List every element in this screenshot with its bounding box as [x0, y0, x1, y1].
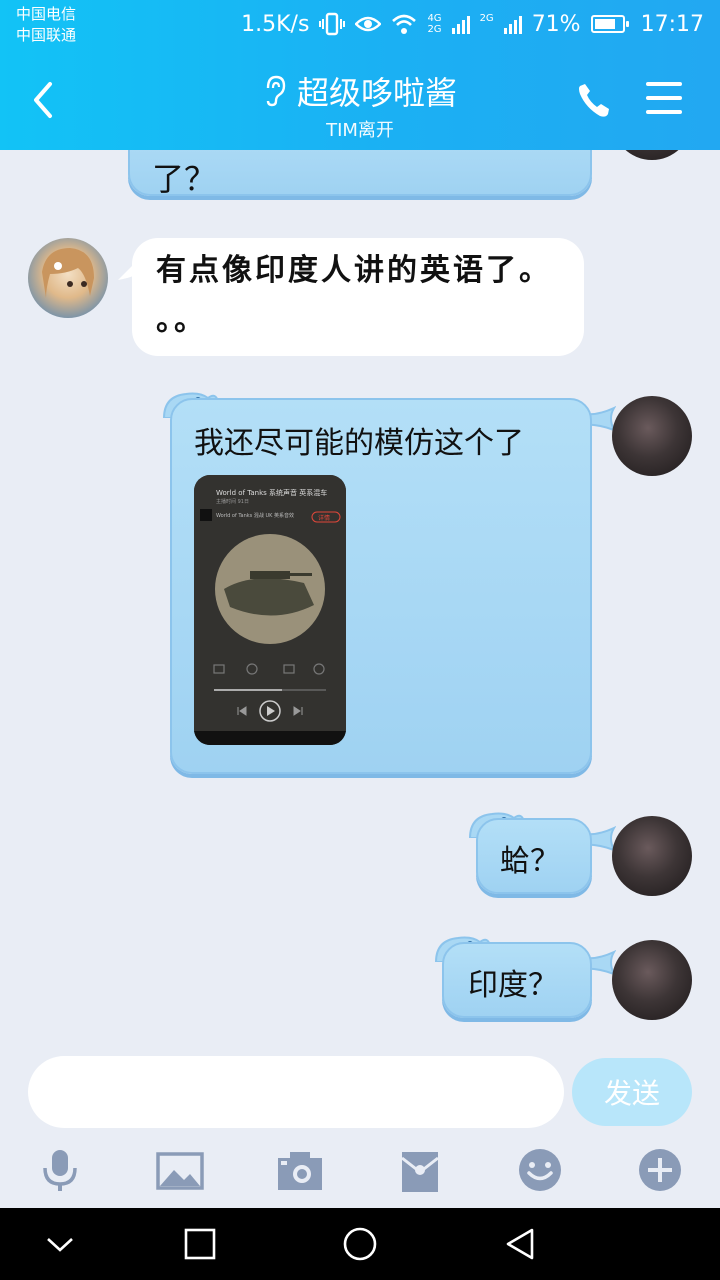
menu-button[interactable]	[646, 82, 682, 114]
carrier-2: 中国联通	[16, 26, 77, 44]
signal-1-label: 4G 2G	[427, 13, 441, 35]
emoji-icon[interactable]	[516, 1146, 564, 1194]
thumb-title: World of Tanks 系统声音 英系混车	[216, 488, 327, 497]
ear-icon	[266, 75, 286, 107]
wifi-icon	[392, 14, 417, 34]
message-bubble[interactable]: 印度？	[442, 942, 592, 1018]
microphone-icon[interactable]	[36, 1146, 84, 1194]
red-packet-icon[interactable]	[396, 1146, 444, 1194]
eye-icon	[355, 16, 382, 32]
phone-call-button[interactable]	[574, 78, 614, 122]
contact-avatar-image	[42, 248, 94, 298]
message-text: 有点像印度人讲的英语了。 。。	[156, 246, 552, 346]
shared-image[interactable]: World of Tanks 系统声音 英系混车 主播时间 91日 World …	[194, 475, 346, 745]
network-speed: 1.5K/s	[241, 11, 310, 37]
message-bubble[interactable]: 了？	[128, 150, 592, 198]
menu-line	[646, 82, 682, 86]
contact-avatar[interactable]	[28, 238, 108, 318]
signal-2-label: 2G	[480, 13, 494, 35]
message-line: 有点像印度人讲的英语了。	[156, 253, 552, 288]
message-input[interactable]	[28, 1056, 564, 1128]
chat-title[interactable]: 超级哆啦酱	[263, 68, 457, 114]
status-indicators: 1.5K/s 4G 2G 2G 71% 17:17	[241, 8, 704, 40]
home-icon[interactable]	[342, 1226, 378, 1262]
title-row: 超级哆啦酱 TIM离开	[0, 60, 720, 141]
message-text: 我还尽可能的模仿这个了	[194, 426, 524, 461]
plus-icon[interactable]	[636, 1146, 684, 1194]
status-bar: 中国电信 中国联通 1.5K/s 4G 2G 2G 71% 17:17	[0, 0, 720, 48]
my-avatar[interactable]	[612, 816, 692, 896]
carrier-info: 中国电信 中国联通	[16, 4, 76, 46]
message-text: 了？	[152, 160, 217, 198]
send-button[interactable]: 发送	[572, 1058, 692, 1126]
recents-icon[interactable]	[182, 1226, 218, 1262]
system-nav-bar	[0, 1208, 720, 1280]
thumb-track: World of Tanks 混战 UK 英系音效	[216, 512, 294, 519]
net-type-3: 2G	[479, 13, 494, 24]
message-bubble[interactable]: 有点像印度人讲的英语了。 。。	[132, 238, 584, 356]
camera-icon[interactable]	[276, 1146, 324, 1194]
my-avatar[interactable]	[612, 940, 692, 1020]
carrier-1: 中国电信	[16, 5, 77, 23]
thumb-badge: 详情	[318, 514, 330, 522]
vibrate-icon	[319, 12, 346, 36]
clock: 17:17	[640, 11, 704, 37]
net-type-1: 4G	[427, 13, 442, 24]
music-player-thumbnail: World of Tanks 系统声音 英系混车 主播时间 91日 World …	[194, 475, 346, 745]
message-list[interactable]: 了？ 有点像印度人讲的英语了。 。。 我还尽可能的模仿这个了 World of …	[0, 150, 720, 1050]
menu-line	[646, 110, 682, 114]
image-icon[interactable]	[156, 1146, 204, 1194]
signal-1-icon	[451, 16, 470, 34]
message-text: 印度？	[468, 968, 558, 1003]
net-type-2: 2G	[427, 24, 442, 35]
chat-header: 中国电信 中国联通 1.5K/s 4G 2G 2G 71% 17:17 超级哆啦…	[0, 0, 720, 150]
signal-2-icon	[503, 16, 522, 34]
battery-percent: 71%	[531, 11, 581, 37]
contact-name: 超级哆啦酱	[296, 74, 457, 112]
collapse-icon[interactable]	[42, 1226, 78, 1262]
menu-line	[646, 96, 682, 100]
back-icon[interactable]	[502, 1226, 538, 1262]
battery-icon	[590, 15, 629, 33]
message-line: 。。	[156, 303, 207, 338]
message-text: 蛤？	[500, 844, 560, 879]
thumb-subtitle: 主播时间 91日	[216, 498, 249, 505]
message-bubble[interactable]: 蛤？	[476, 818, 592, 894]
my-avatar[interactable]	[612, 150, 692, 160]
my-avatar[interactable]	[612, 396, 692, 476]
input-toolbar	[0, 1140, 720, 1200]
